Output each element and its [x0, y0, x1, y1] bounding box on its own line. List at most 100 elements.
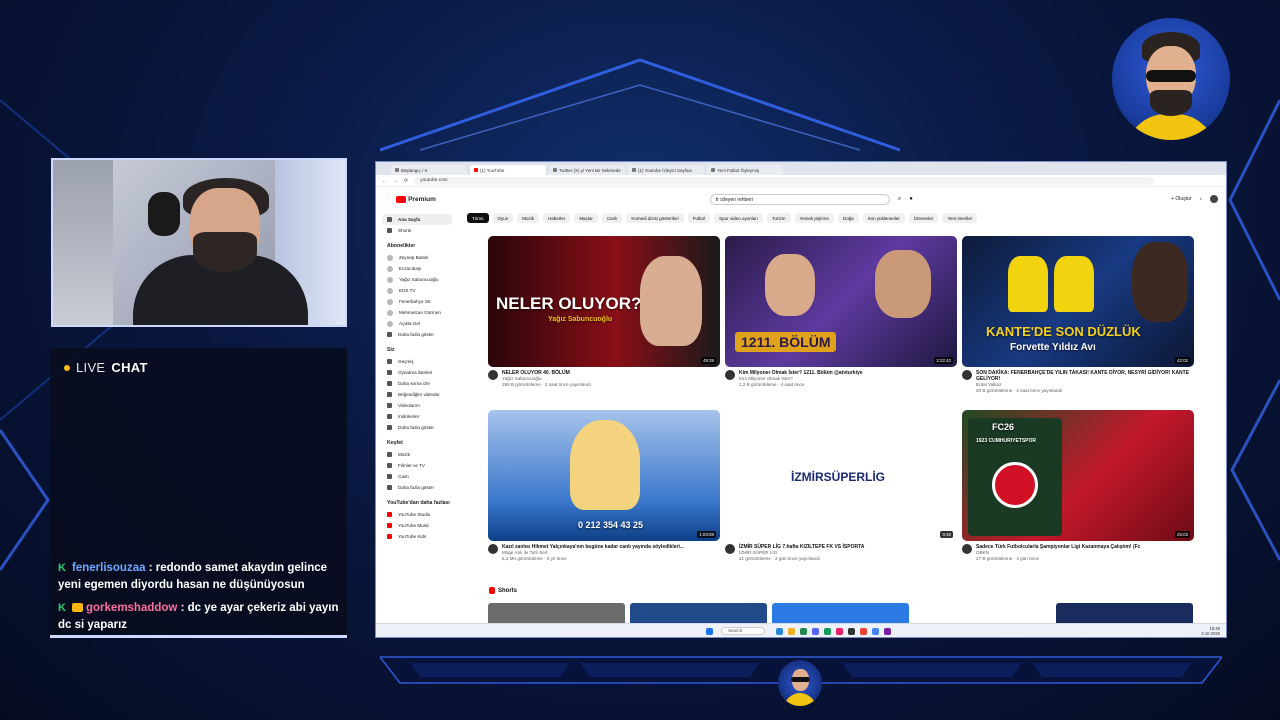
- sidebar-item-downloads[interactable]: İndirilenler: [382, 411, 452, 422]
- sidebar-item-shorts[interactable]: Shorts: [382, 225, 452, 236]
- channel-avatar[interactable]: [962, 370, 972, 380]
- sidebar-item-show-more[interactable]: Daha fazla göster: [382, 329, 452, 340]
- search-input[interactable]: tr izleyen rehberi: [709, 193, 890, 205]
- windows-start-icon[interactable]: [706, 628, 713, 635]
- mic-icon[interactable]: ●: [909, 196, 913, 202]
- url-field[interactable]: youtube.com: [414, 176, 1155, 185]
- chip[interactable]: Oyun: [492, 213, 514, 223]
- chip[interactable]: Doğa: [837, 213, 859, 223]
- subscriptions-heading[interactable]: Abonelikler: [382, 240, 452, 252]
- chip[interactable]: Müzik: [517, 213, 540, 223]
- sidebar-item-home[interactable]: Ana Sayfa: [382, 214, 452, 225]
- back-icon[interactable]: ←: [382, 178, 387, 184]
- sidebar-item-music[interactable]: Müzik: [382, 449, 452, 460]
- sidebar-item-music-app[interactable]: YouTube Music: [382, 520, 452, 531]
- video-title[interactable]: SON DAKİKA: FENERBAHÇE'DE YILIN TAKASI! …: [962, 370, 1194, 382]
- taskbar-app-icon[interactable]: [884, 628, 891, 635]
- video-thumbnail[interactable]: 0 212 354 43 25 1:03:59: [488, 410, 720, 541]
- channel-avatar[interactable]: [725, 544, 735, 554]
- sidebar-item-subscription[interactable]: Zeynep Bastık: [382, 252, 452, 263]
- sidebar-item-live[interactable]: Canlı: [382, 471, 452, 482]
- chip[interactable]: Canlı: [601, 213, 623, 223]
- sidebar-item-kids[interactable]: YouTube Kids: [382, 531, 452, 542]
- video-thumbnail[interactable]: FC26 1923 CUMHURIYETSPOR 25:03: [962, 410, 1194, 541]
- sidebar-item-subscription[interactable]: Fenerbahçe SK: [382, 296, 452, 307]
- browser-tab[interactable]: (1) YouTube: [470, 165, 546, 175]
- search-icon[interactable]: ⌕: [898, 196, 901, 203]
- taskbar-app-icon[interactable]: [800, 628, 807, 635]
- video-meta: İZMİR SÜPER LİG 7.hafta KIZILTEPE FK VS …: [725, 544, 957, 562]
- browser-tab[interactable]: Yeni Futbol Öyleymiş: [707, 165, 783, 175]
- chip[interactable]: Haberler: [543, 213, 571, 223]
- chip[interactable]: Tümü: [467, 213, 489, 223]
- chip[interactable]: Maçlar: [574, 213, 598, 223]
- sidebar-item-subscription[interactable]: Mehmetcan Gürmen: [382, 307, 452, 318]
- sidebar-item-movies[interactable]: Filmler ve TV: [382, 460, 452, 471]
- create-button[interactable]: + Oluştur: [1171, 196, 1191, 202]
- taskbar-clock[interactable]: 18:49 2.10.2025: [1201, 626, 1220, 636]
- browser-tab[interactable]: Twitter (X) yi Yeni Bir Sekmede: [549, 165, 625, 175]
- browser-tab[interactable]: Başlangıç / X: [391, 165, 467, 175]
- reload-icon[interactable]: ⟳: [404, 178, 408, 184]
- thumbs-up-icon: [387, 392, 392, 397]
- taskbar-app-icon[interactable]: [824, 628, 831, 635]
- sidebar-item-label: EDS TV: [399, 288, 416, 293]
- notifications-icon[interactable]: ♪: [1200, 196, 1203, 202]
- sidebar-item-subscription[interactable]: Eczacıbaşı: [382, 263, 452, 274]
- chip[interactable]: Yeni öneriler: [942, 213, 978, 223]
- chip[interactable]: Komedi dizisi gösterileri: [626, 213, 684, 223]
- you-heading[interactable]: Siz: [382, 344, 452, 356]
- taskbar-app-icon[interactable]: [776, 628, 783, 635]
- chip[interactable]: Yemek pişirme: [794, 213, 834, 223]
- video-thumbnail[interactable]: NELER OLUYOR? Yağız Sabuncuoğlu 49:28: [488, 236, 720, 367]
- forward-icon[interactable]: →: [393, 178, 398, 184]
- browser-tab[interactable]: (1) Youtube İzleyici Sayfası: [628, 165, 704, 175]
- channel-avatar[interactable]: [488, 544, 498, 554]
- sidebar-item-show-more[interactable]: Daha fazla göster: [382, 482, 452, 493]
- youtube-logo[interactable]: Premium: [396, 195, 436, 203]
- sidebar-item-history[interactable]: Geçmiş: [382, 356, 452, 367]
- taskbar-app-icon[interactable]: [848, 628, 855, 635]
- sidebar-item-watch-later[interactable]: Daha sonra izle: [382, 378, 452, 389]
- video-duration: 2:22:42: [934, 357, 953, 364]
- shorts-icon: [387, 228, 392, 233]
- account-avatar[interactable]: [1210, 195, 1218, 203]
- sidebar-item-subscription[interactable]: Açıkla Gel: [382, 318, 452, 329]
- sidebar-item-liked[interactable]: Beğendiğim videolar: [382, 389, 452, 400]
- video-thumbnail[interactable]: KANTE'DE SON DÜZLÜK Forvette Yıldız Avı …: [962, 236, 1194, 367]
- taskbar-app-icon[interactable]: [788, 628, 795, 635]
- thumbnail-title: İZMİRSÜPERLİG: [791, 470, 886, 484]
- chat-title: CHAT: [111, 360, 148, 375]
- sidebar-item-subscription[interactable]: Yağız Sabuncuoğlu: [382, 274, 452, 285]
- sidebar-item-playlists[interactable]: Oynatma listeleri: [382, 367, 452, 378]
- channel-avatar: [387, 320, 393, 327]
- chip[interactable]: Spor video oyunları: [714, 213, 763, 223]
- video-thumbnail[interactable]: 1211. BÖLÜM 2:22:42: [725, 236, 957, 367]
- sidebar-item-label: Geçmiş: [398, 359, 414, 364]
- taskbar-app-icon[interactable]: [872, 628, 879, 635]
- taskbar-search[interactable]: Search: [721, 627, 765, 635]
- channel-avatar[interactable]: [725, 370, 735, 380]
- taskbar-app-icon[interactable]: [836, 628, 843, 635]
- home-icon: [387, 217, 392, 222]
- taskbar-app-icon[interactable]: [812, 628, 819, 635]
- menu-icon[interactable]: ≡: [384, 196, 388, 203]
- sidebar-item-subscription[interactable]: EDS TV: [382, 285, 452, 296]
- browser-tab-bar: Başlangıç / X (1) YouTube Twitter (X) yi…: [376, 162, 1226, 175]
- sidebar-item-show-more[interactable]: Daha fazla göster: [382, 422, 452, 433]
- channel-avatar[interactable]: [962, 544, 972, 554]
- avatar-shirt: [1126, 114, 1216, 140]
- host-portrait: [875, 250, 931, 318]
- chip[interactable]: İzlenenler: [908, 213, 939, 223]
- channel-avatar[interactable]: [488, 370, 498, 380]
- chat-live-label: LIVE: [76, 360, 106, 375]
- chip[interactable]: Son yüklenenler: [862, 213, 905, 223]
- sidebar-item-label: Açıkla Gel: [399, 321, 420, 326]
- chip[interactable]: Turizm: [766, 213, 791, 223]
- video-thumbnail[interactable]: İZMİRSÜPERLİG 0:46: [725, 410, 957, 541]
- chat-header: LIVE CHAT: [64, 360, 148, 375]
- sidebar-item-your-videos[interactable]: Videolarım: [382, 400, 452, 411]
- sidebar-item-studio[interactable]: YouTube Studio: [382, 509, 452, 520]
- chip[interactable]: Futbol: [687, 213, 711, 223]
- taskbar-app-icon[interactable]: [860, 628, 867, 635]
